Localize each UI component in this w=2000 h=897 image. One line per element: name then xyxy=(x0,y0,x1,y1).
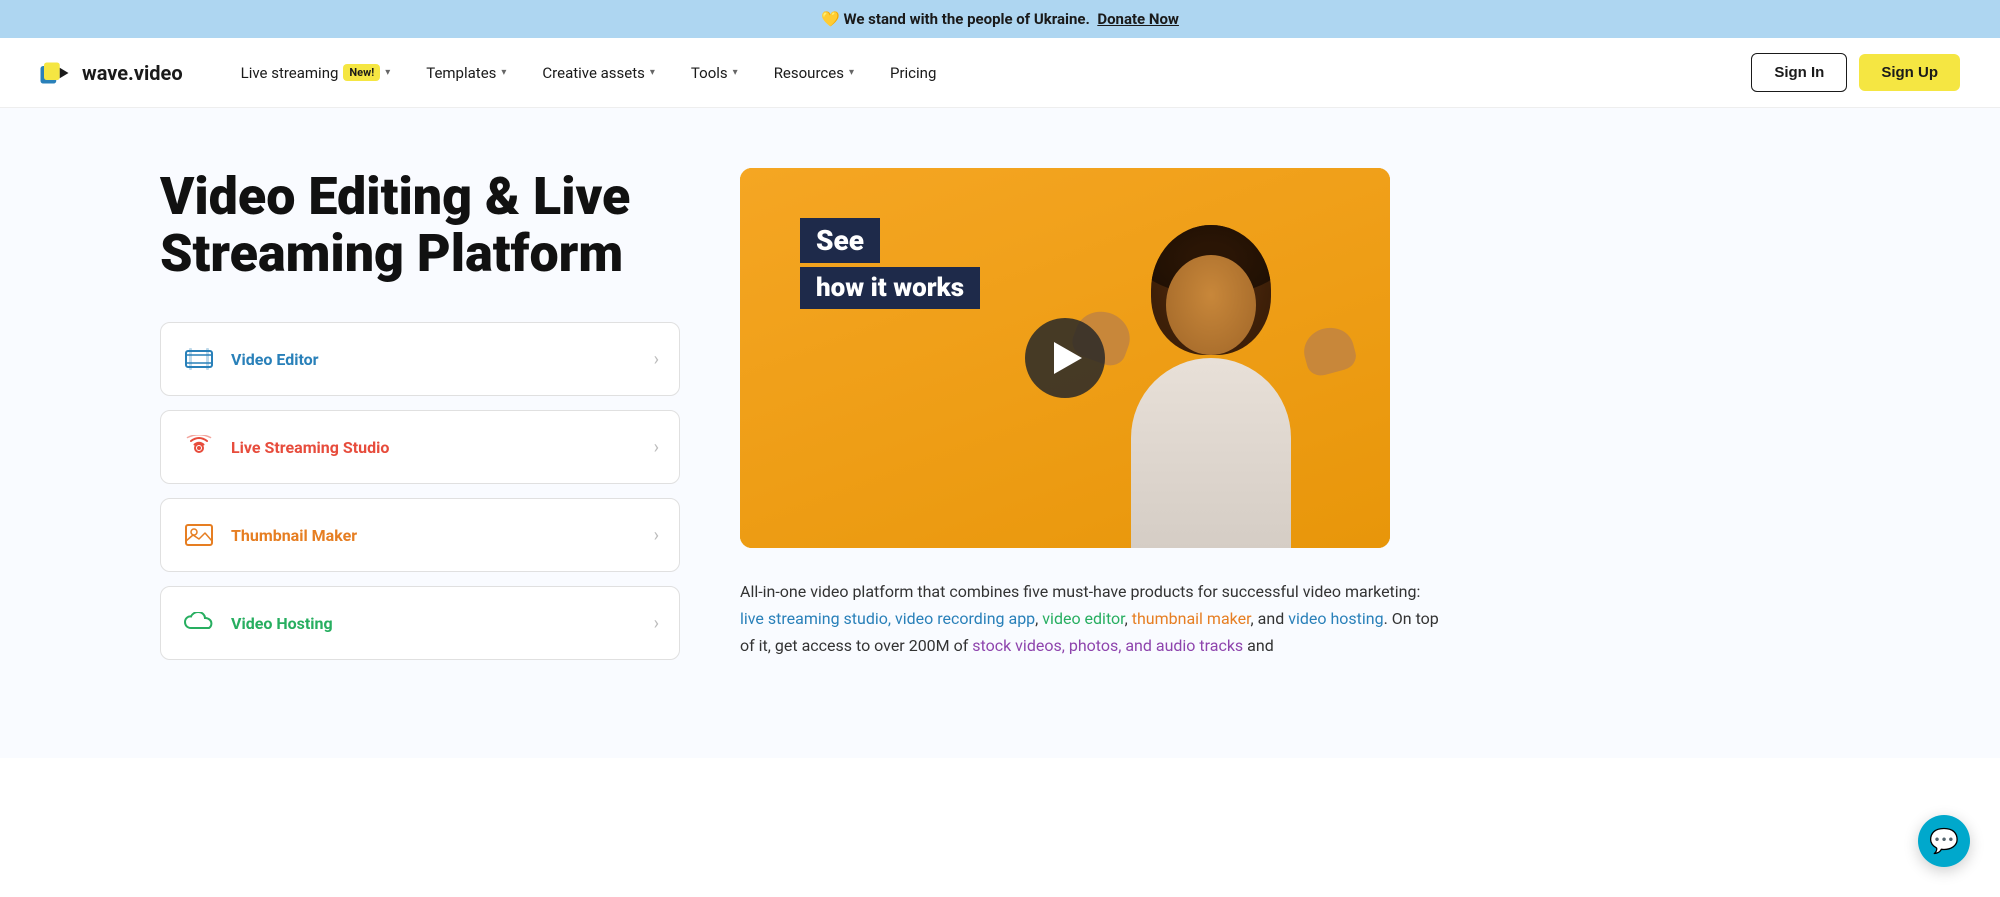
person-body xyxy=(1131,358,1291,548)
nav-item-tools[interactable]: Tools ▾ xyxy=(673,38,756,108)
chat-support-button[interactable]: 💬 xyxy=(1918,815,1970,867)
feature-item-hosting[interactable]: Video Hosting › xyxy=(160,586,680,660)
feature-item-video-editor[interactable]: Video Editor › xyxy=(160,322,680,396)
play-icon xyxy=(1054,342,1082,374)
nav-label-creative-assets: Creative assets xyxy=(542,64,644,82)
donate-link[interactable]: Donate Now xyxy=(1097,10,1179,28)
video-placeholder: See how it works xyxy=(740,168,1390,548)
hero-left: Video Editing & Live Streaming Platform … xyxy=(160,168,680,660)
chevron-right-icon: › xyxy=(654,437,659,458)
logo-svg xyxy=(40,59,76,87)
hero-right: See how it works All-in-one video platfo… xyxy=(740,168,1880,660)
nav-item-live-streaming[interactable]: Live streaming New! ▾ xyxy=(223,38,409,108)
feature-list: Video Editor › Live Streaming Studio › xyxy=(160,322,680,660)
nav-item-templates[interactable]: Templates ▾ xyxy=(408,38,524,108)
video-container: See how it works xyxy=(740,168,1390,548)
nav-label-tools: Tools xyxy=(691,64,728,82)
desc-comma2: , xyxy=(1125,609,1132,628)
signin-button[interactable]: Sign In xyxy=(1751,53,1847,92)
desc-text-end: and xyxy=(1243,636,1274,655)
feature-label-thumbnail: Thumbnail Maker xyxy=(231,526,654,545)
cloud-icon xyxy=(181,605,217,641)
nav-label-templates: Templates xyxy=(426,64,496,82)
chevron-down-icon: ▾ xyxy=(733,67,738,78)
chevron-right-icon: › xyxy=(654,349,659,370)
navbar: wave.video Live streaming New! ▾ Templat… xyxy=(0,38,2000,108)
video-badge: See how it works xyxy=(800,218,980,309)
nav-label-pricing: Pricing xyxy=(890,64,936,82)
chevron-down-icon: ▾ xyxy=(501,67,506,78)
desc-link-thumbnail[interactable]: thumbnail maker xyxy=(1132,609,1251,628)
chat-icon: 💬 xyxy=(1929,827,1959,855)
chevron-down-icon: ▾ xyxy=(650,67,655,78)
desc-link-stock[interactable]: stock videos, photos, and audio tracks xyxy=(972,636,1243,655)
feature-item-live-streaming[interactable]: Live Streaming Studio › xyxy=(160,410,680,484)
desc-link-hosting[interactable]: video hosting xyxy=(1288,609,1383,628)
hero-title: Video Editing & Live Streaming Platform xyxy=(160,168,680,282)
image-icon xyxy=(181,517,217,553)
hero-description: All-in-one video platform that combines … xyxy=(740,578,1440,660)
nav-item-creative-assets[interactable]: Creative assets ▾ xyxy=(524,38,673,108)
desc-and: , and xyxy=(1251,609,1289,628)
desc-text-before: All-in-one video platform that combines … xyxy=(740,582,1420,601)
banner-text: We stand with the people of Ukraine. xyxy=(843,10,1089,28)
feature-label-live-streaming: Live Streaming Studio xyxy=(231,438,654,457)
heart-icon: 💛 xyxy=(821,10,840,28)
chevron-right-icon: › xyxy=(654,525,659,546)
play-button[interactable] xyxy=(1025,318,1105,398)
chevron-down-icon: ▾ xyxy=(385,67,390,78)
feature-label-hosting: Video Hosting xyxy=(231,614,654,633)
feature-item-thumbnail[interactable]: Thumbnail Maker › xyxy=(160,498,680,572)
nav-actions: Sign In Sign Up xyxy=(1751,53,1960,92)
hand-right xyxy=(1299,322,1359,378)
desc-link-live[interactable]: live streaming studio, video recording a… xyxy=(740,609,1035,628)
logo[interactable]: wave.video xyxy=(40,59,183,87)
logo-text: wave.video xyxy=(82,61,183,85)
live-broadcast-icon xyxy=(181,429,217,465)
badge-line2: how it works xyxy=(800,267,980,309)
person-head xyxy=(1151,225,1271,355)
feature-label-video-editor: Video Editor xyxy=(231,350,654,369)
chevron-down-icon: ▾ xyxy=(849,67,854,78)
nav-item-resources[interactable]: Resources ▾ xyxy=(756,38,872,108)
new-badge: New! xyxy=(343,64,380,81)
film-icon xyxy=(181,341,217,377)
chevron-right-icon: › xyxy=(654,613,659,634)
signup-button[interactable]: Sign Up xyxy=(1859,54,1960,91)
ukraine-banner: 💛 We stand with the people of Ukraine. D… xyxy=(0,0,2000,38)
badge-line1: See xyxy=(800,218,880,263)
desc-link-editor[interactable]: video editor xyxy=(1042,609,1124,628)
hero-section: Video Editing & Live Streaming Platform … xyxy=(0,108,2000,758)
nav-label-live-streaming: Live streaming xyxy=(241,64,339,82)
nav-item-pricing[interactable]: Pricing xyxy=(872,38,954,108)
nav-label-resources: Resources xyxy=(774,64,844,82)
nav-menu: Live streaming New! ▾ Templates ▾ Creati… xyxy=(223,38,1752,108)
